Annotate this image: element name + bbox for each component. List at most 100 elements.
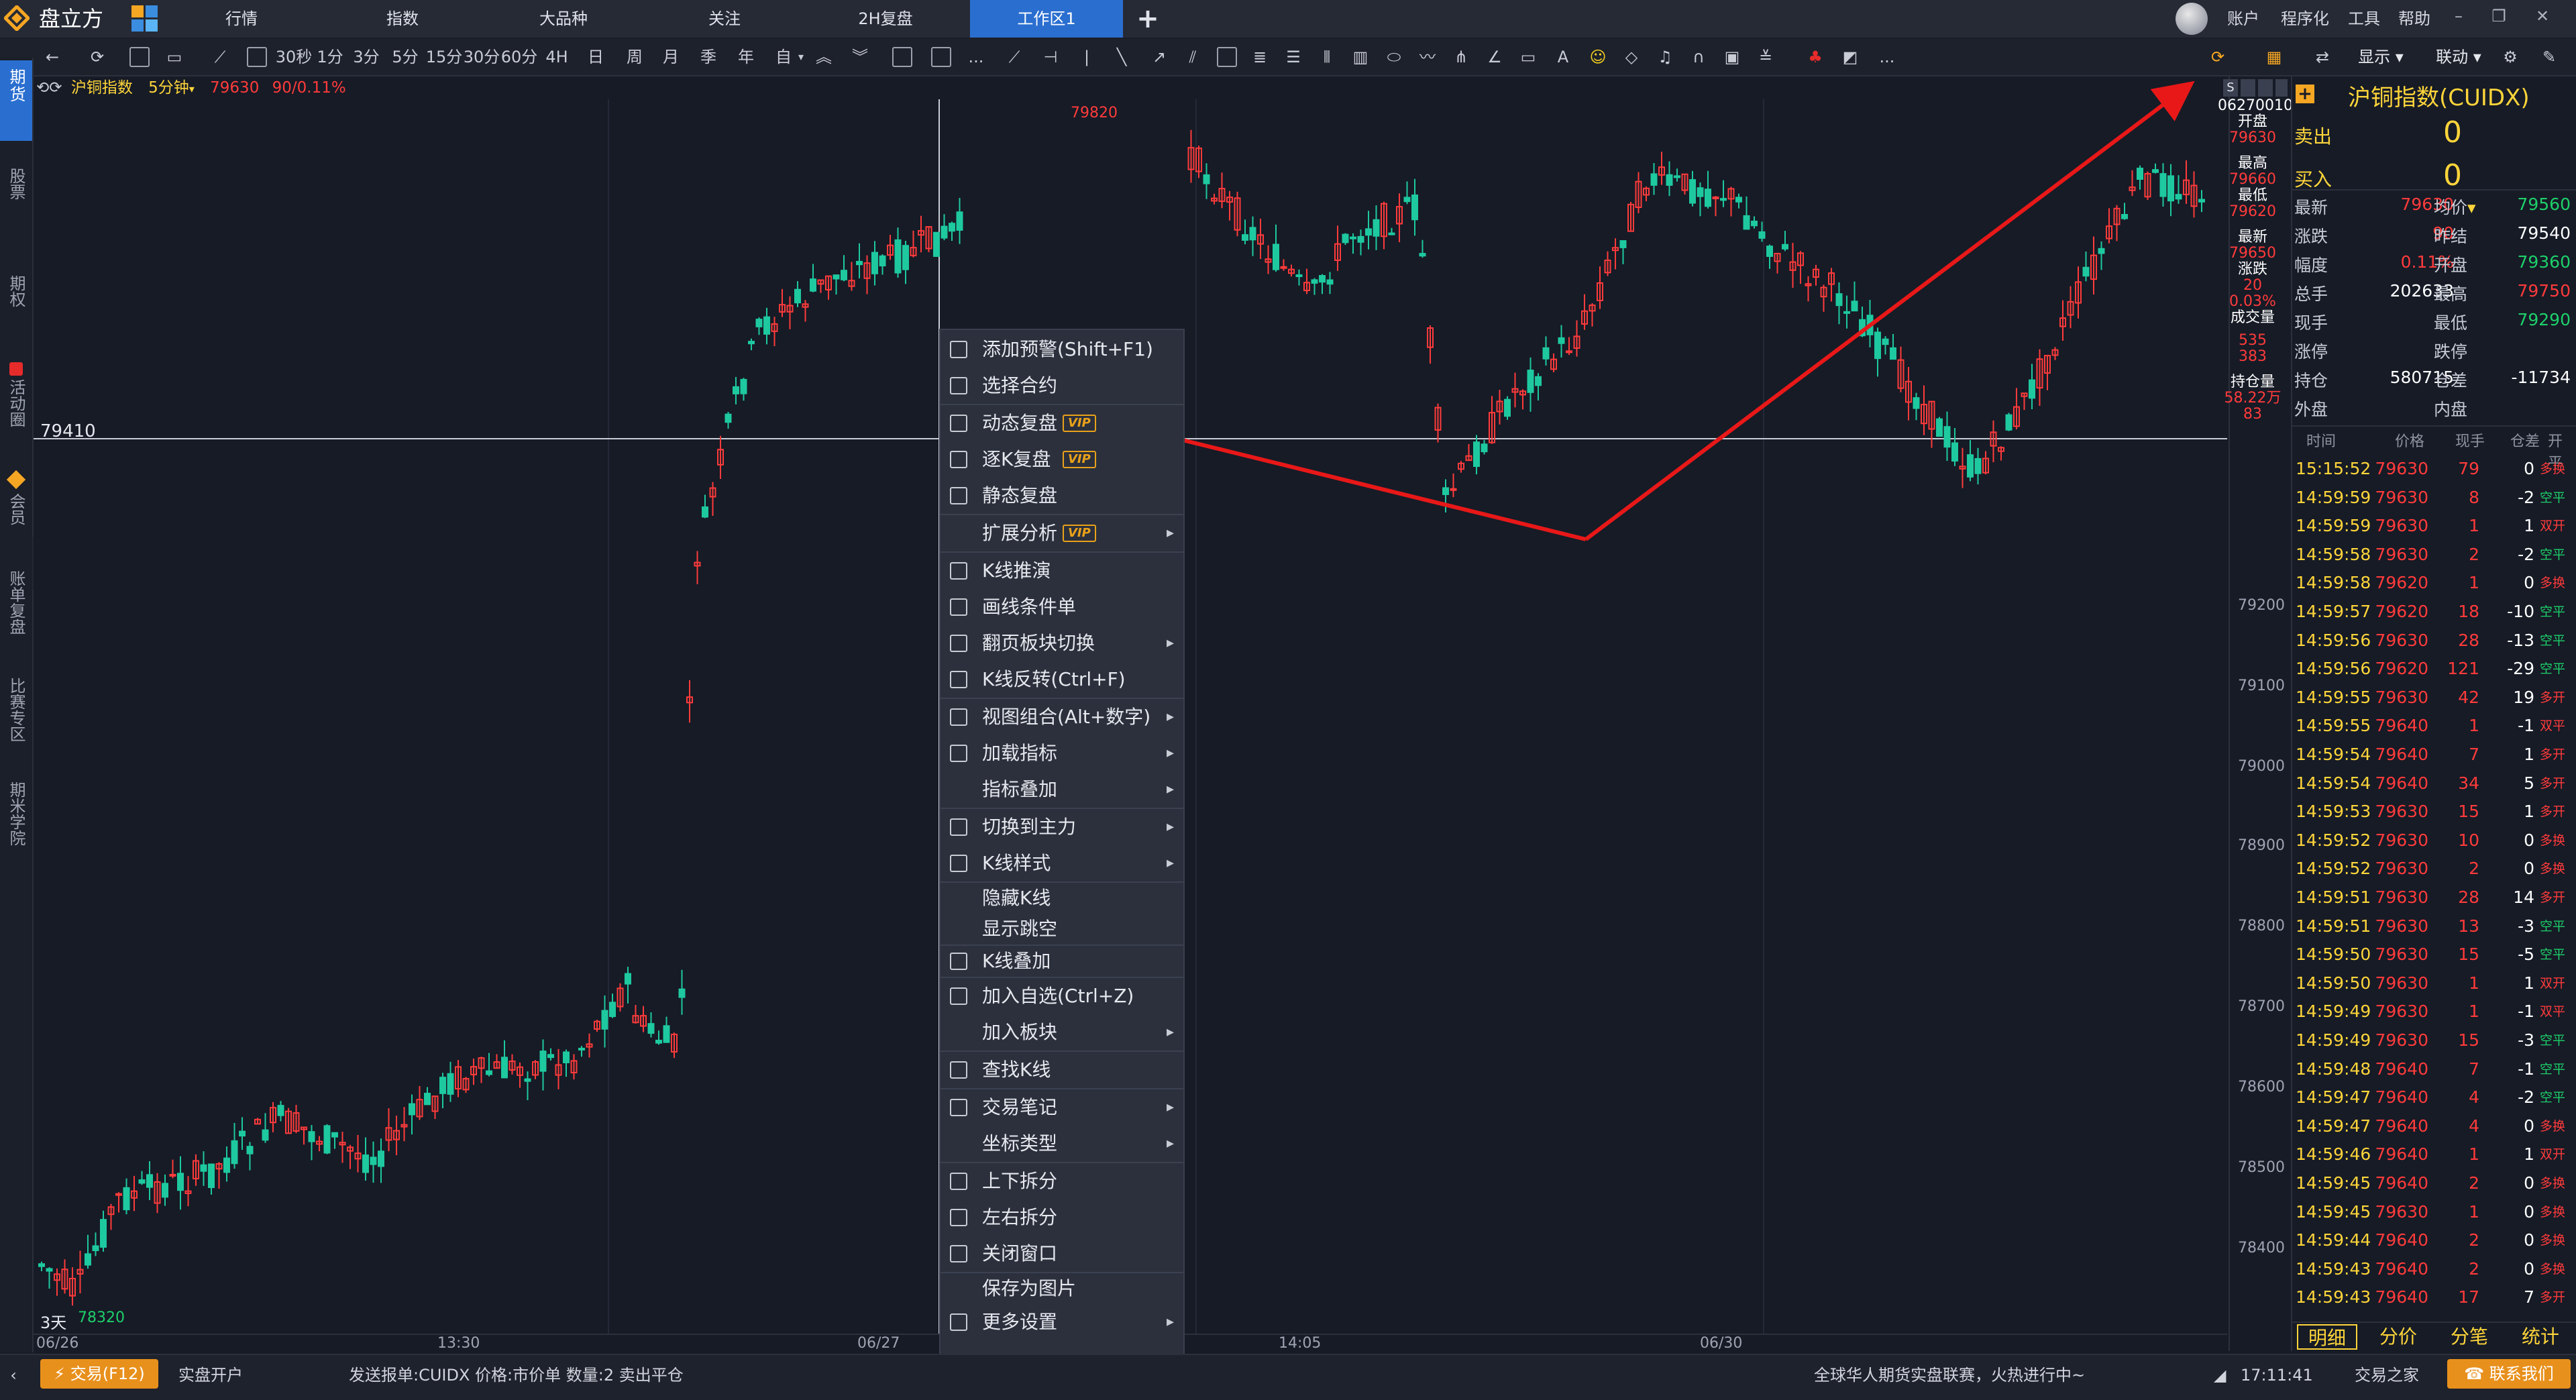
trade-button[interactable]: ⚡ 交易(F12) xyxy=(40,1359,158,1389)
submenu-arrow-icon: ▸ xyxy=(1166,708,1174,725)
submenu-arrow-icon: ▸ xyxy=(1166,1135,1174,1152)
context-menu-label: 指标叠加 xyxy=(982,778,1058,800)
context-menu-label: K线推演 xyxy=(982,559,1051,582)
gear-icon xyxy=(950,1313,967,1331)
context-menu-label: 加入自选(Ctrl+Z) xyxy=(982,985,1134,1007)
submenu-arrow-icon: ▸ xyxy=(1166,635,1174,651)
context-menu-label: 加入板块 xyxy=(982,1021,1058,1043)
heart-icon xyxy=(950,987,967,1005)
context-menu-item[interactable]: 选择合约 xyxy=(941,368,1183,404)
volume-icon xyxy=(950,341,967,358)
context-menu-item[interactable]: K线样式 ▸ xyxy=(941,845,1183,881)
context-menu-label: 添加预警(Shift+F1) xyxy=(982,338,1153,360)
context-menu-label: 扩展分析 xyxy=(982,522,1058,544)
context-menu-label: 更多设置 xyxy=(982,1311,1058,1333)
context-menu-item[interactable]: 扩展分析 VIP ▸ xyxy=(941,515,1183,551)
context-menu-item[interactable]: 隐藏K线 xyxy=(941,883,1183,914)
indicator-icon xyxy=(950,745,967,762)
annotation-arrows xyxy=(1126,80,2195,541)
context-menu-item[interactable]: 显示跳空 xyxy=(941,914,1183,945)
submenu-arrow-icon: ▸ xyxy=(1166,818,1174,835)
context-menu-item[interactable]: K线反转(Ctrl+F) xyxy=(941,661,1183,698)
open-account-button[interactable]: 实盘开户 xyxy=(178,1360,243,1390)
context-menu-label: K线样式 xyxy=(982,852,1051,874)
context-menu-label: 逐K复盘 xyxy=(982,448,1051,470)
context-menu-label: 静态复盘 xyxy=(982,484,1058,506)
flip-icon xyxy=(950,671,967,688)
context-menu-item[interactable]: 加入自选(Ctrl+Z) xyxy=(941,978,1183,1014)
context-menu-item[interactable]: 上下拆分 xyxy=(941,1163,1183,1199)
clock-time: 17:11:41 xyxy=(2241,1366,2313,1385)
search-icon xyxy=(950,1061,967,1079)
context-menu-item[interactable]: 左右拆分 xyxy=(941,1199,1183,1236)
news-ticker[interactable]: 全球华人期货实盘联赛，火热进行中~ xyxy=(1814,1360,2085,1390)
context-menu: 添加预警(Shift+F1) 选择合约动态复盘 VIP 逐K复盘 VIP 静态复盘扩展分析… xyxy=(939,329,1185,1395)
context-menu-item[interactable]: 查找K线 xyxy=(941,1052,1183,1088)
context-menu-item[interactable]: 逐K复盘 VIP xyxy=(941,441,1183,478)
kline-style-icon xyxy=(950,855,967,872)
chevron-left-icon[interactable]: ‹ xyxy=(4,1360,23,1390)
submenu-arrow-icon: ▸ xyxy=(1166,525,1174,541)
context-menu-item[interactable]: 保存为图片 xyxy=(941,1273,1183,1304)
context-menu-label: 保存为图片 xyxy=(982,1277,1077,1299)
vip-badge: VIP xyxy=(1063,525,1096,542)
context-menu-label: 视图组合(Alt+数字) xyxy=(982,706,1151,728)
context-menu-item[interactable]: 坐标类型 ▸ xyxy=(941,1126,1183,1162)
submenu-arrow-icon: ▸ xyxy=(1166,855,1174,871)
context-menu-item[interactable]: K线叠加 xyxy=(941,946,1183,977)
context-menu-label: 切换到主力 xyxy=(982,816,1077,838)
close-circle-icon xyxy=(950,1245,967,1262)
signal-icon: ◢ xyxy=(2214,1366,2226,1385)
context-menu-label: 选择合约 xyxy=(982,374,1058,396)
vip-badge: VIP xyxy=(1063,415,1096,432)
context-menu-label: 左右拆分 xyxy=(982,1206,1058,1228)
submenu-arrow-icon: ▸ xyxy=(1166,1024,1174,1040)
context-menu-item[interactable]: 加入板块 ▸ xyxy=(941,1014,1183,1051)
kline-icon xyxy=(950,562,967,580)
context-menu-label: 显示跳空 xyxy=(982,918,1058,940)
trade-home-link[interactable]: 交易之家 xyxy=(2355,1360,2419,1390)
switch-icon xyxy=(950,818,967,836)
context-menu-item[interactable]: 指标叠加 ▸ xyxy=(941,771,1183,808)
select-icon xyxy=(950,377,967,394)
note-icon xyxy=(950,1099,967,1116)
submenu-arrow-icon: ▸ xyxy=(1166,1313,1174,1330)
context-menu-label: 加载指标 xyxy=(982,742,1058,764)
context-menu-label: 画线条件单 xyxy=(982,596,1077,618)
split-v-icon xyxy=(950,1209,967,1226)
submenu-arrow-icon: ▸ xyxy=(1166,781,1174,798)
grid-icon xyxy=(950,635,967,652)
context-menu-item[interactable]: 加载指标 ▸ xyxy=(941,735,1183,771)
context-menu-item[interactable]: 静态复盘 xyxy=(941,478,1183,514)
context-menu-item[interactable]: 画线条件单 xyxy=(941,589,1183,625)
order-message: 发送报单:CUIDX 价格:市价单 数量:2 卖出平仓 xyxy=(349,1366,684,1385)
context-menu-label: 交易笔记 xyxy=(982,1096,1058,1118)
chart-icon xyxy=(950,451,967,468)
context-menu-item[interactable]: 翻页板块切换 ▸ xyxy=(941,625,1183,661)
submenu-arrow-icon: ▸ xyxy=(1166,745,1174,761)
context-menu-item[interactable]: 视图组合(Alt+数字) ▸ xyxy=(941,699,1183,735)
cube-icon xyxy=(950,708,967,726)
submenu-arrow-icon: ▸ xyxy=(1166,1099,1174,1116)
context-menu-label: 查找K线 xyxy=(982,1059,1051,1081)
context-menu-item[interactable]: K线推演 xyxy=(941,553,1183,589)
overlay-icon xyxy=(950,953,967,970)
context-menu-label: K线反转(Ctrl+F) xyxy=(982,668,1126,690)
context-menu-item[interactable]: 切换到主力 ▸ xyxy=(941,809,1183,845)
context-menu-item[interactable]: 交易笔记 ▸ xyxy=(941,1089,1183,1126)
split-h-icon xyxy=(950,1173,967,1190)
context-menu-item[interactable]: 更多设置 ▸ xyxy=(941,1304,1183,1340)
context-menu-item[interactable]: 添加预警(Shift+F1) xyxy=(941,331,1183,368)
context-menu-label: 隐藏K线 xyxy=(982,887,1051,909)
context-menu-label: 上下拆分 xyxy=(982,1170,1058,1192)
context-menu-label: 翻页板块切换 xyxy=(982,632,1095,654)
context-menu-label: K线叠加 xyxy=(982,950,1051,972)
vip-badge: VIP xyxy=(1063,451,1096,468)
contact-button[interactable]: ☎ 联系我们 xyxy=(2447,1359,2571,1389)
chart-icon xyxy=(950,487,967,504)
context-menu-label: 动态复盘 xyxy=(982,412,1058,434)
play-circle-icon xyxy=(950,415,967,432)
context-menu-label: 关闭窗口 xyxy=(982,1242,1058,1264)
context-menu-item[interactable]: 关闭窗口 xyxy=(941,1236,1183,1272)
context-menu-item[interactable]: 动态复盘 VIP xyxy=(941,405,1183,441)
